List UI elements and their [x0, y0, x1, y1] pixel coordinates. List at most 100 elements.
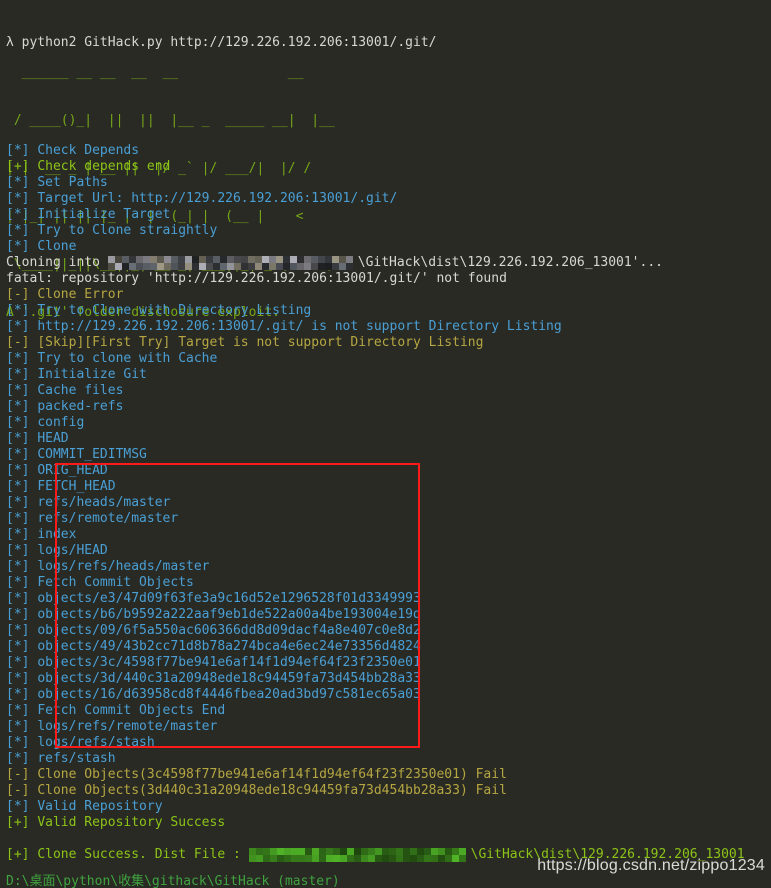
- mosaic-tile: [269, 263, 276, 270]
- line-text-after: \GitHack\dist\129.226.192.206_13001'...: [358, 255, 663, 270]
- line-text: logs/refs/remote/master: [37, 719, 217, 734]
- mosaic-tile: [171, 263, 178, 270]
- terminal-line: [*] Initialize Target: [6, 207, 771, 223]
- mosaic-tile: [185, 263, 192, 270]
- mosaic-tile: [178, 256, 185, 263]
- mosaic-tile: [297, 256, 304, 263]
- mosaic-tile: [347, 848, 354, 855]
- line-text: Valid Repository: [37, 799, 162, 814]
- line-text: objects/3c/4598f77be941e6af14f1d94ef64f2…: [37, 655, 421, 670]
- line-tag: [*]: [6, 735, 37, 750]
- mosaic-tile: [346, 256, 353, 263]
- mosaic-tile: [129, 256, 136, 263]
- line-tag: [*]: [6, 415, 37, 430]
- line-text: Clone: [37, 239, 76, 254]
- line-text: [Skip][First Try] Target is not support …: [37, 335, 483, 350]
- mosaic-tile: [199, 256, 206, 263]
- mosaic-tile: [136, 263, 143, 270]
- terminal-window: λ python2 GitHack.py http://129.226.192.…: [0, 0, 771, 888]
- mosaic-tile: [424, 848, 431, 855]
- terminal-line: [*] objects/09/6f5a550ac606366dd8d09dacf…: [6, 623, 771, 639]
- line-tag: [-]: [6, 335, 37, 350]
- line-tag: [*]: [6, 671, 37, 686]
- line-text: refs/heads/master: [37, 495, 170, 510]
- terminal-line: [*] Try to Clone with Directory Listing: [6, 303, 771, 319]
- terminal-line: [-] Clone Objects(3c4598f77be941e6af14f1…: [6, 767, 771, 783]
- mosaic-tile: [108, 256, 115, 263]
- mosaic-tile: [361, 855, 368, 862]
- line-text: Try to clone with Cache: [37, 351, 217, 366]
- line-tag: [-]: [6, 783, 37, 798]
- mosaic-tile: [276, 263, 283, 270]
- mosaic-tile: [290, 256, 297, 263]
- mosaic-tile: [220, 263, 227, 270]
- mosaic-tile: [332, 263, 339, 270]
- mosaic-tile: [340, 848, 347, 855]
- line-text: logs/refs/stash: [37, 735, 154, 750]
- line-tag: [*]: [6, 527, 37, 542]
- mosaic-tile: [459, 855, 466, 862]
- mosaic-tile: [115, 263, 122, 270]
- line-tag: [*]: [6, 367, 37, 382]
- mosaic-tile: [354, 848, 361, 855]
- terminal-line: [*] refs/remote/master: [6, 511, 771, 527]
- mosaic-tile: [382, 855, 389, 862]
- mosaic-tile: [368, 848, 375, 855]
- mosaic-tile: [339, 256, 346, 263]
- line-text: Clone Objects(3c4598f77be941e6af14f1d94e…: [37, 767, 507, 782]
- terminal-line: [*] Initialize Git: [6, 367, 771, 383]
- line-tag: [-]: [6, 287, 37, 302]
- mosaic-tile: [318, 263, 325, 270]
- mosaic-tile: [417, 848, 424, 855]
- line-text: refs/remote/master: [37, 511, 178, 526]
- line-text: Check Depends: [37, 143, 139, 158]
- mosaic-tile: [206, 256, 213, 263]
- line-tag: [*]: [6, 351, 37, 366]
- mosaic-tile: [403, 855, 410, 862]
- line-tag: [*]: [6, 463, 37, 478]
- line-tag: [*]: [6, 495, 37, 510]
- mosaic-tile: [452, 848, 459, 855]
- mosaic-tile: [164, 263, 171, 270]
- mosaic-tile: [304, 263, 311, 270]
- terminal-line: [*] HEAD: [6, 431, 771, 447]
- mosaic-tile: [333, 855, 340, 862]
- mosaic-tile: [305, 855, 312, 862]
- line-text: FETCH_HEAD: [37, 479, 115, 494]
- mosaic-tile: [319, 855, 326, 862]
- mosaic-tile: [283, 263, 290, 270]
- line-tag: [*]: [6, 191, 37, 206]
- terminal-line: [*] logs/refs/heads/master: [6, 559, 771, 575]
- final-shell-prompt: D:\桌面\python\收集\githack\GitHack (master): [6, 874, 340, 888]
- mosaic-tile: [445, 848, 452, 855]
- line-text: packed-refs: [37, 399, 123, 414]
- terminal-line: [*] refs/stash: [6, 751, 771, 767]
- mosaic-tile: [262, 263, 269, 270]
- mosaic-tile: [178, 263, 185, 270]
- line-tag: [*]: [6, 687, 37, 702]
- terminal-line: [*] Clone: [6, 239, 771, 255]
- mosaic-tile: [270, 855, 277, 862]
- line-text: objects/49/43b2cc71d8b78a274bca4e6ec24e7…: [37, 639, 421, 654]
- mosaic-tile: [339, 263, 346, 270]
- terminal-line: [*] config: [6, 415, 771, 431]
- terminal-line: fatal: repository 'http://129.226.192.20…: [6, 271, 771, 287]
- line-tag: [*]: [6, 431, 37, 446]
- mosaic-tile: [290, 263, 297, 270]
- mosaic-tile: [136, 256, 143, 263]
- mosaic-tile: [129, 263, 136, 270]
- terminal-line: [*] objects/49/43b2cc71d8b78a274bca4e6ec…: [6, 639, 771, 655]
- terminal-line: [*] refs/heads/master: [6, 495, 771, 511]
- mosaic-tile: [122, 256, 129, 263]
- mosaic-tile: [305, 848, 312, 855]
- terminal-line: Cloning into \GitHack\dist\129.226.192.2…: [6, 255, 771, 271]
- mosaic-tile: [291, 855, 298, 862]
- mosaic-tile: [438, 848, 445, 855]
- line-tag: [*]: [6, 639, 37, 654]
- terminal-line: [-] Clone Error: [6, 287, 771, 303]
- line-tag: [*]: [6, 175, 37, 190]
- terminal-line: [*] objects/16/d63958cd8f4446fbea20ad3bd…: [6, 687, 771, 703]
- mosaic-tile: [255, 256, 262, 263]
- line-tag: [*]: [6, 207, 37, 222]
- line-text: Initialize Target: [37, 207, 170, 222]
